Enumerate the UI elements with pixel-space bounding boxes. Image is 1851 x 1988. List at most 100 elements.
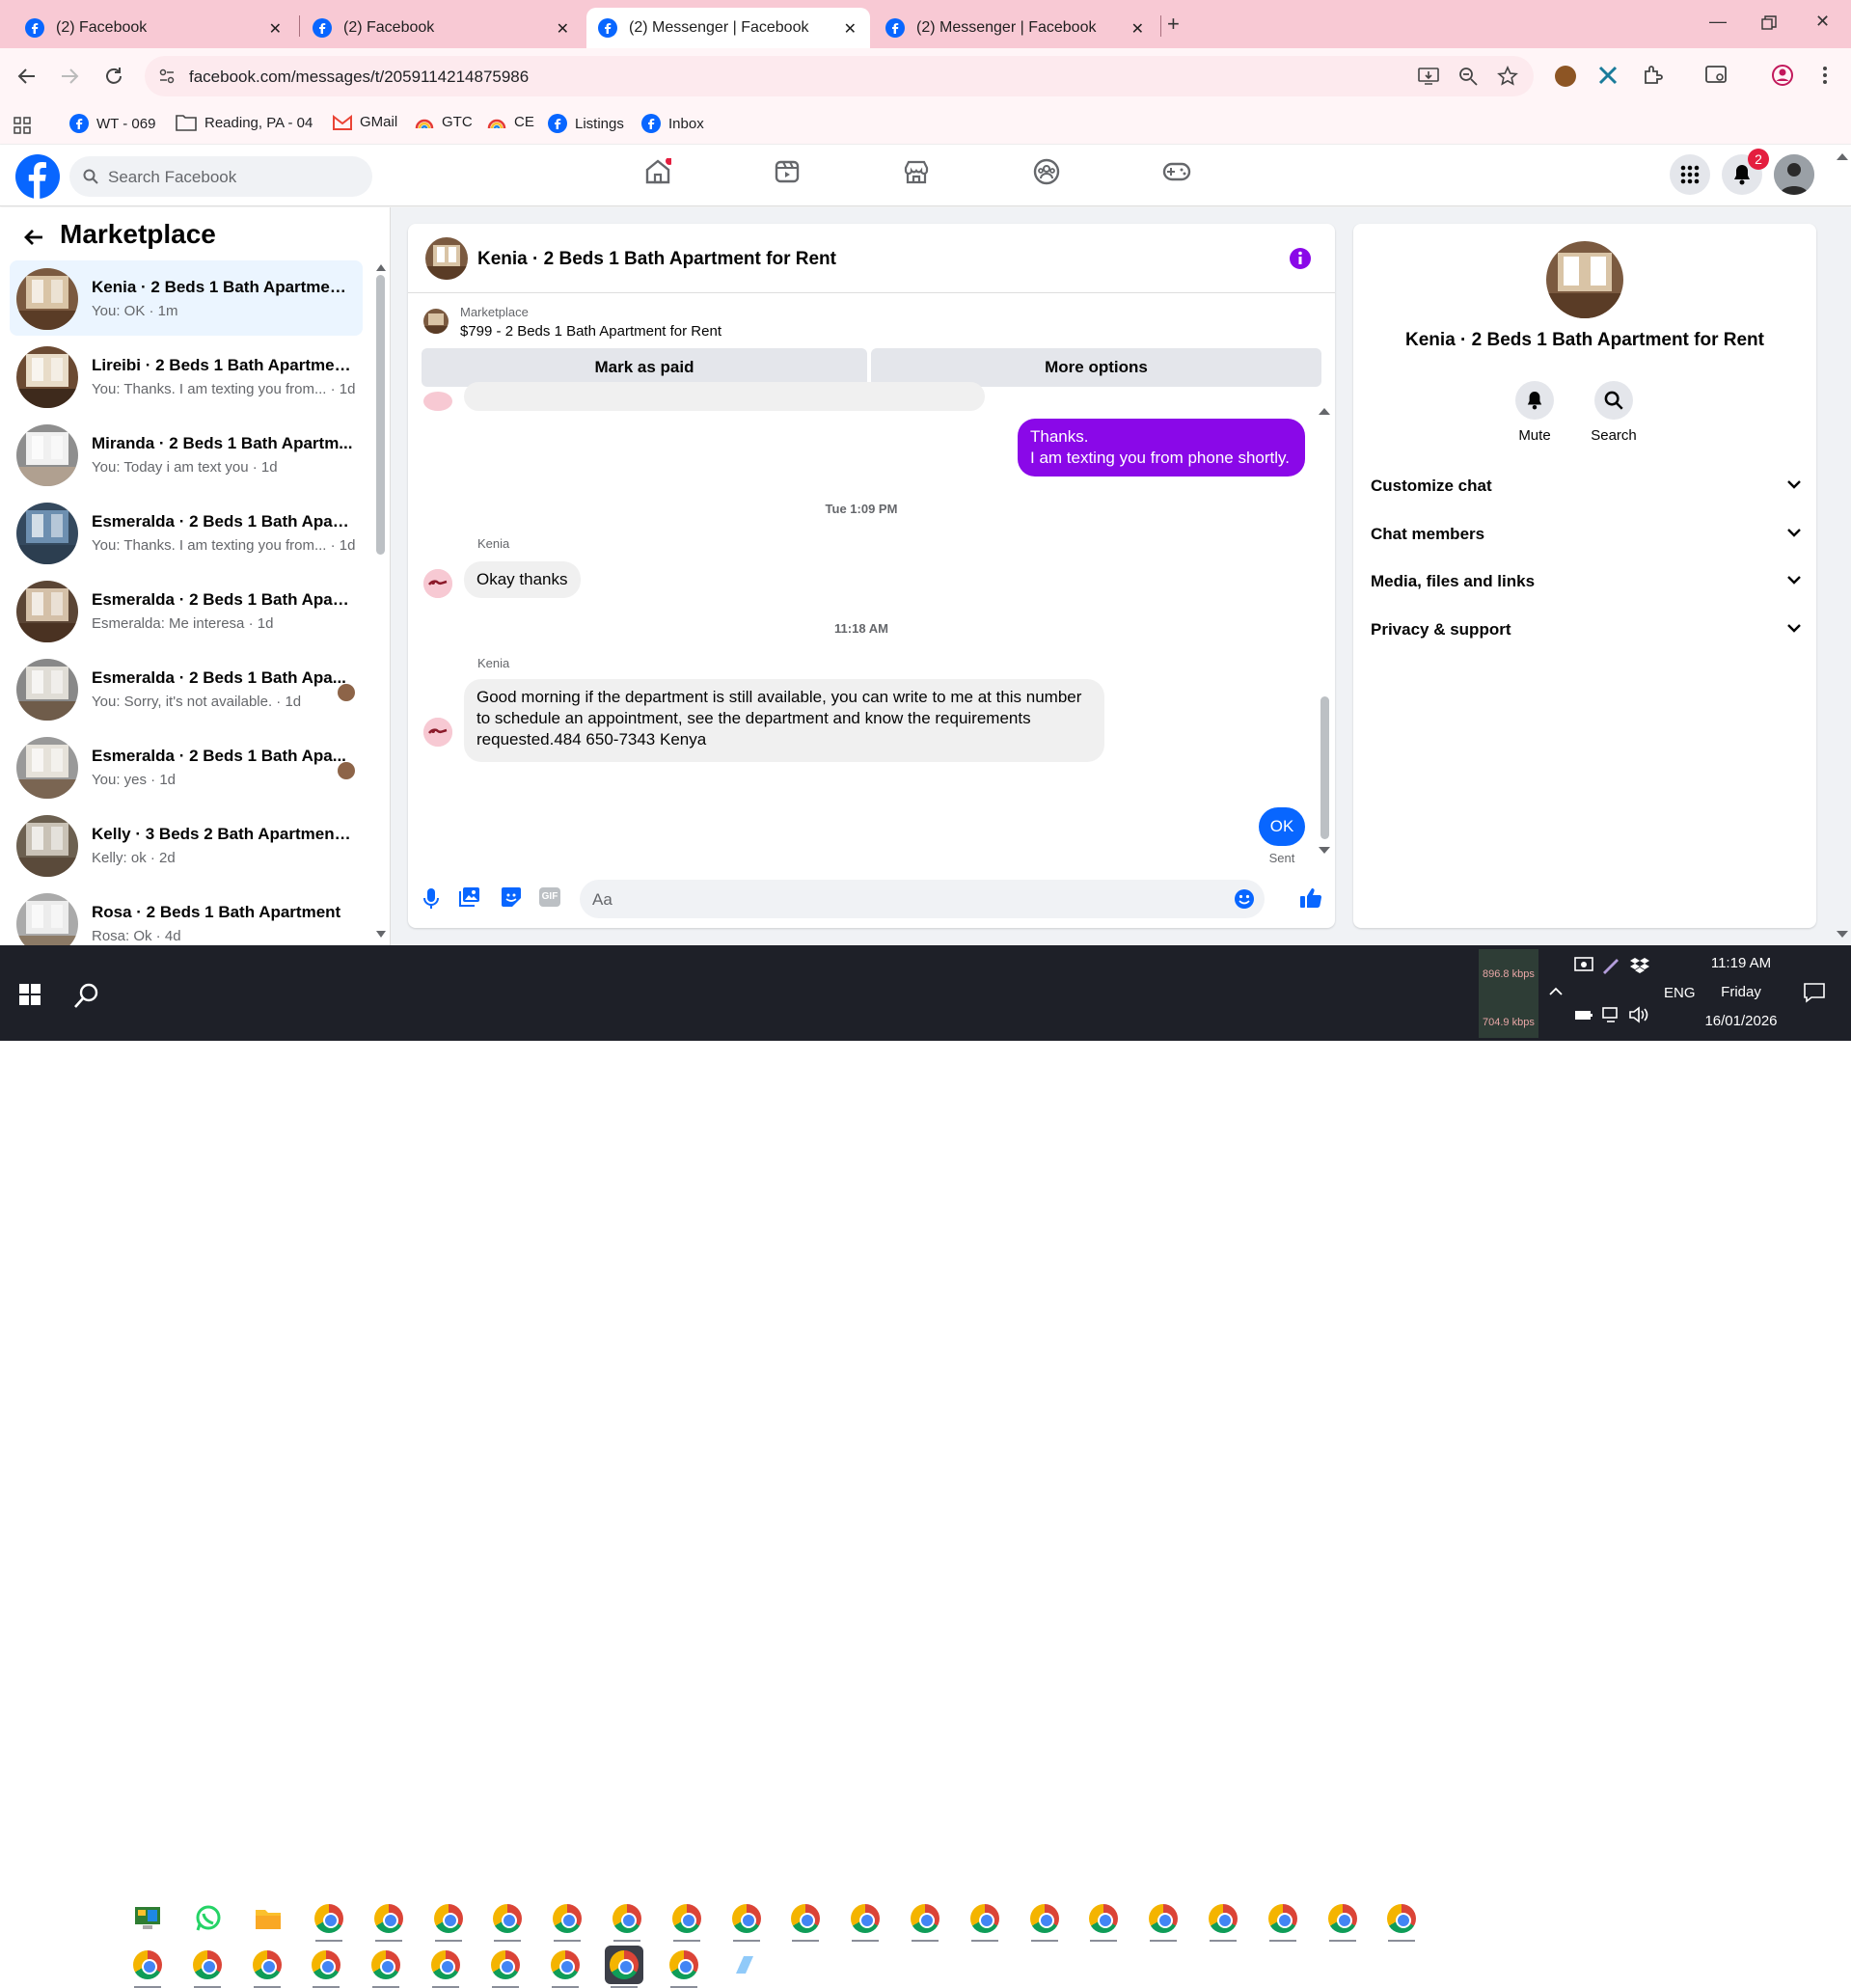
listing-price-title[interactable]: $799 - 2 Beds 1 Bath Apartment for Rent: [460, 323, 721, 340]
thumbs-up-icon[interactable]: [1299, 886, 1322, 910]
gif-icon[interactable]: GIF: [539, 887, 560, 907]
chrome-taskbar-icon[interactable]: [128, 1946, 167, 1988]
bookmark-inbox[interactable]: Inbox: [641, 114, 704, 133]
listing-thumbnail[interactable]: [423, 309, 449, 334]
outgoing-message-bubble[interactable]: OK: [1259, 807, 1305, 846]
listing-large-avatar[interactable]: [1546, 241, 1623, 318]
scroll-down-icon[interactable]: [376, 931, 386, 939]
photo-gallery-icon[interactable]: [459, 886, 480, 908]
zoom-out-icon[interactable]: [1458, 67, 1478, 86]
chrome-taskbar-icon[interactable]: [906, 1899, 944, 1942]
chrome-taskbar-icon[interactable]: [1264, 1899, 1302, 1942]
bookmark-listings[interactable]: Listings: [548, 114, 624, 133]
scroll-up-icon[interactable]: [1319, 407, 1330, 415]
clock-day[interactable]: Friday: [1698, 984, 1784, 1000]
close-window-icon[interactable]: ✕: [1815, 12, 1830, 32]
bookmark-wt069[interactable]: WT - 069: [69, 114, 155, 133]
conversation-item[interactable]: Lireibi · 2 Beds 1 Bath Apartmen... You: …: [10, 339, 363, 414]
search-conversation-button[interactable]: Search: [1585, 381, 1643, 444]
browser-tab-active[interactable]: (2) Messenger | Facebook ✕: [586, 8, 870, 48]
clock-date[interactable]: 16/01/2026: [1698, 1013, 1784, 1029]
facebook-search-input[interactable]: Search Facebook: [69, 156, 372, 197]
page-scroll-up-icon[interactable]: [1837, 152, 1848, 160]
tab-search-icon[interactable]: [1705, 65, 1729, 86]
cookie-extension-icon[interactable]: [1555, 66, 1576, 87]
scrollbar-thumb[interactable]: [376, 275, 385, 555]
extension-icon[interactable]: [1597, 65, 1619, 86]
incoming-message-bubble[interactable]: Good morning if the department is still …: [464, 679, 1104, 762]
back-arrow-icon[interactable]: [23, 227, 44, 248]
conversation-item[interactable]: Kelly · 3 Beds 2 Bath Apartment ... Kelly…: [10, 807, 363, 883]
language-indicator[interactable]: ENG: [1664, 985, 1696, 1001]
apps-grid-icon[interactable]: [14, 117, 31, 134]
windows-start-icon[interactable]: [19, 984, 41, 1005]
incoming-message-bubble[interactable]: Okay thanks: [464, 561, 581, 598]
volume-icon[interactable]: [1628, 1006, 1649, 1023]
conversation-item[interactable]: Esmeralda · 2 Beds 1 Bath Apa... You: Sor…: [10, 651, 363, 726]
chrome-taskbar-icon[interactable]: [548, 1899, 586, 1942]
video-icon[interactable]: [774, 158, 801, 185]
chrome-taskbar-icon[interactable]: [310, 1899, 348, 1942]
message-input[interactable]: Aa: [580, 880, 1265, 918]
close-tab-icon[interactable]: ✕: [1131, 19, 1144, 39]
conversation-item[interactable]: Rosa · 2 Beds 1 Bath Apartment Rosa: Ok ·…: [10, 885, 363, 945]
privacy-support-section[interactable]: Privacy & support: [1371, 611, 1801, 649]
chrome-taskbar-icon[interactable]: [605, 1946, 644, 1988]
back-arrow-icon[interactable]: [15, 65, 39, 88]
chrome-taskbar-icon[interactable]: [846, 1899, 885, 1942]
chrome-taskbar-icon[interactable]: [727, 1899, 766, 1942]
chrome-taskbar-icon[interactable]: [486, 1946, 525, 1988]
star-bookmark-icon[interactable]: [1497, 66, 1518, 87]
restore-icon[interactable]: [1761, 15, 1777, 31]
install-app-icon[interactable]: [1418, 67, 1439, 86]
groups-icon[interactable]: [1033, 158, 1060, 185]
close-tab-icon[interactable]: ✕: [269, 19, 282, 39]
chrome-taskbar-icon[interactable]: [608, 1899, 646, 1942]
chrome-taskbar-icon[interactable]: [188, 1946, 227, 1988]
bookmark-gtc[interactable]: GTC: [415, 114, 473, 130]
chrome-taskbar-icon[interactable]: [1084, 1899, 1123, 1942]
chrome-taskbar-icon[interactable]: [546, 1946, 585, 1988]
account-avatar[interactable]: [1774, 154, 1814, 195]
meet-now-icon[interactable]: [1574, 957, 1593, 974]
puzzle-extensions-icon[interactable]: [1642, 64, 1665, 87]
media-files-links-section[interactable]: Media, files and links: [1371, 562, 1801, 601]
close-tab-icon[interactable]: ✕: [844, 19, 857, 39]
info-icon[interactable]: [1289, 247, 1312, 270]
browser-tab[interactable]: (2) Messenger | Facebook ✕: [874, 8, 1157, 48]
page-scroll-down-icon[interactable]: [1837, 931, 1848, 939]
forward-arrow-icon[interactable]: [58, 65, 81, 88]
chrome-taskbar-icon[interactable]: [1382, 1899, 1421, 1942]
pen-icon[interactable]: [1601, 955, 1620, 974]
sender-avatar[interactable]: [423, 569, 452, 598]
chrome-taskbar-icon[interactable]: [369, 1899, 408, 1942]
chat-title[interactable]: Kenia · 2 Beds 1 Bath Apartment for Rent: [477, 249, 836, 270]
app-taskbar-icon[interactable]: [725, 1946, 764, 1984]
sticker-icon[interactable]: [501, 886, 522, 908]
chrome-taskbar-icon[interactable]: [426, 1946, 465, 1988]
address-bar[interactable]: facebook.com/messages/t/2059114214875986: [145, 56, 1534, 96]
battery-icon[interactable]: [1574, 1008, 1593, 1021]
conversation-item[interactable]: Esmeralda · 2 Beds 1 Bath Apart... Esmera…: [10, 573, 363, 648]
browser-tab[interactable]: (2) Facebook ✕: [301, 8, 583, 48]
conversation-item[interactable]: Esmeralda · 2 Beds 1 Bath Apart... You: T…: [10, 495, 363, 570]
sender-avatar[interactable]: [423, 718, 452, 747]
chrome-taskbar-icon[interactable]: [665, 1946, 703, 1988]
whatsapp-taskbar-icon[interactable]: [189, 1899, 228, 1938]
menu-grid-button[interactable]: [1670, 154, 1710, 195]
chrome-taskbar-icon[interactable]: [1144, 1899, 1183, 1942]
taskbar-search-icon[interactable]: [73, 982, 100, 1009]
chat-members-section[interactable]: Chat members: [1371, 515, 1801, 554]
site-info-icon[interactable]: [158, 68, 176, 85]
facebook-logo-icon[interactable]: [15, 154, 60, 199]
chrome-taskbar-icon[interactable]: [488, 1899, 527, 1942]
bookmark-gmail[interactable]: GMail: [333, 114, 397, 130]
file-explorer-taskbar-icon[interactable]: [249, 1899, 287, 1938]
conversation-item[interactable]: Esmeralda · 2 Beds 1 Bath Apa... You: yes…: [10, 729, 363, 804]
bookmark-ce[interactable]: CE: [487, 114, 534, 130]
chrome-taskbar-icon[interactable]: [1204, 1899, 1242, 1942]
scrollbar-thumb[interactable]: [1320, 696, 1329, 839]
customize-chat-section[interactable]: Customize chat: [1371, 467, 1801, 505]
scroll-down-icon[interactable]: [1319, 847, 1330, 855]
mark-as-paid-button[interactable]: Mark as paid: [422, 348, 867, 387]
